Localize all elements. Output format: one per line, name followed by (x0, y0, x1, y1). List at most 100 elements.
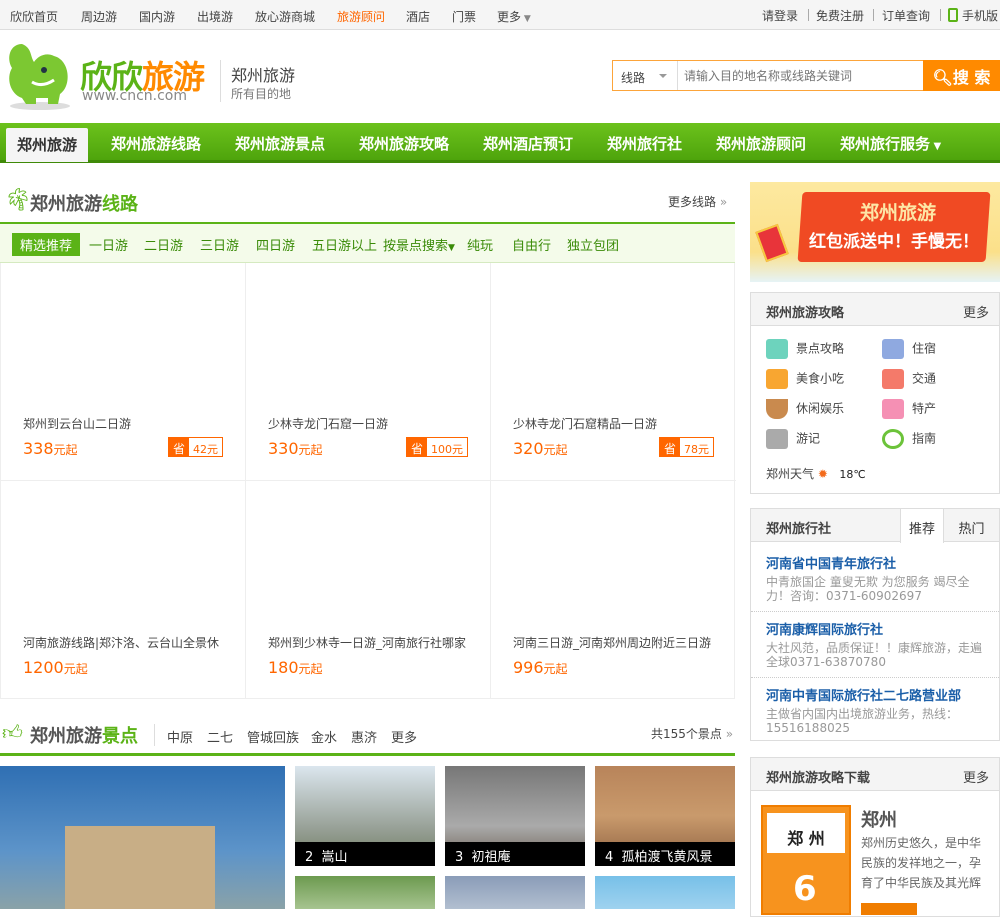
agency-name[interactable]: 河南中青国际旅行社二七路营业部 (766, 685, 986, 704)
agency-item[interactable]: 河南中青国际旅行社二七路营业部 主做省内国内出境旅游业务，热线：155161880… (766, 685, 986, 735)
banner-text: 红包派送中！手慢无！ (809, 232, 979, 252)
save-amount: 78元 (684, 443, 709, 456)
price-unit: 元起 (63, 662, 88, 676)
guide-book-cover[interactable]: 郑 州 6 (761, 805, 851, 915)
route-title[interactable]: 少林寺龙门石窟一日游 (268, 415, 388, 432)
guide-item-travelogue[interactable]: 游记 (766, 429, 820, 449)
tab-recommended[interactable]: 推荐 (900, 509, 944, 543)
agency-item[interactable]: 河南省中国青年旅行社 中青旅国企 童叟无欺 为您服务 竭尽全力！咨询：0371-6… (766, 553, 986, 603)
route-card[interactable]: 河南三日游_河南郑州周边附近三日游 996元起 (491, 481, 736, 699)
route-price: 330元起 (268, 439, 323, 458)
guide-item-spots[interactable]: 景点攻略 (766, 339, 844, 359)
spot-card[interactable] (595, 876, 735, 909)
tab-one-day[interactable]: 一日游 (89, 235, 128, 254)
guide-item-food[interactable]: 美食小吃 (766, 369, 844, 389)
nav-hotels[interactable]: 郑州酒店预订 (483, 133, 573, 154)
search-input[interactable] (679, 61, 924, 90)
all-spots-link[interactable]: 共155个景点 » (651, 725, 733, 742)
spot-card[interactable]: 4 孤柏渡飞黄风景区 (595, 766, 735, 866)
spot-district-jinshui[interactable]: 金水 (311, 727, 337, 746)
route-title[interactable]: 河南旅游线路|郑汴洛、云台山全景休 (23, 634, 219, 651)
more-routes-link[interactable]: 更多线路 » (668, 193, 727, 210)
top-link-home[interactable]: 欣欣首页 (10, 8, 58, 25)
top-link-tickets[interactable]: 门票 (452, 8, 476, 25)
tab-self-guided[interactable]: 自由行 (512, 235, 551, 254)
top-link-advisor[interactable]: 旅游顾问 (337, 8, 385, 25)
tab-by-spot[interactable]: 按景点搜索▼ (383, 235, 455, 254)
nav-guides[interactable]: 郑州旅游攻略 (359, 133, 449, 154)
nav-advisors[interactable]: 郑州旅游顾问 (716, 133, 806, 154)
city-name: 郑州旅游 (231, 66, 296, 85)
route-card[interactable]: 少林寺龙门石窟一日游 330元起 省 100元 (246, 263, 491, 481)
search-type-select[interactable]: 线路 (613, 61, 678, 90)
spot-district-more[interactable]: 更多 (391, 727, 417, 746)
guide-item-leisure[interactable]: 休闲娱乐 (766, 399, 844, 419)
spot-district-guancheng[interactable]: 管城回族 (247, 727, 299, 746)
route-title[interactable]: 河南三日游_河南郑州周边附近三日游 (513, 634, 711, 651)
bed-icon (882, 339, 904, 359)
order-query-link[interactable]: 订单查询 (882, 7, 930, 24)
route-title[interactable]: 郑州到云台山二日游 (23, 415, 131, 432)
spot-rank: 2 (305, 850, 314, 865)
mobile-link[interactable]: 手机版 (962, 7, 998, 24)
city-switch-link[interactable]: 所有目的地 (231, 85, 291, 102)
download-more-link[interactable]: 更多 (963, 767, 989, 786)
palm-tree-icon: 🌴︎ (4, 188, 32, 213)
tab-five-plus-day[interactable]: 五日游以上 (312, 235, 377, 254)
route-title[interactable]: 郑州到少林寺一日游_河南旅行社哪家 (268, 634, 466, 651)
tab-four-day[interactable]: 四日游 (256, 235, 295, 254)
top-link-mall[interactable]: 放心游商城 (255, 8, 315, 25)
top-link-outbound[interactable]: 出境游 (197, 8, 233, 25)
spot-card[interactable] (295, 876, 435, 909)
agency-name[interactable]: 河南省中国青年旅行社 (766, 553, 986, 572)
guide-item-lodging[interactable]: 住宿 (882, 339, 936, 359)
tab-pure-play[interactable]: 纯玩 (467, 235, 493, 254)
top-link-hotel[interactable]: 酒店 (406, 8, 430, 25)
save-amount: 100元 (431, 443, 463, 456)
route-card[interactable]: 少林寺龙门石窟精品一日游 320元起 省 78元 (491, 263, 736, 481)
download-button[interactable] (861, 903, 917, 915)
login-link[interactable]: 请登录 (762, 7, 798, 24)
guide-more-link[interactable]: 更多 (963, 302, 989, 321)
guide-item-guide[interactable]: 指南 (882, 429, 936, 449)
nav-services[interactable]: 郑州旅行服务 ▼ (840, 133, 941, 154)
top-link-nearby[interactable]: 周边游 (81, 8, 117, 25)
route-card[interactable]: 郑州到少林寺一日游_河南旅行社哪家 180元起 (246, 481, 491, 699)
spot-district-erqi[interactable]: 二七 (207, 727, 233, 746)
guide-title: 郑州旅游攻略 (766, 306, 845, 321)
routes-tabs: 精选推荐 一日游 二日游 三日游 四日游 五日游以上 按景点搜索▼ 纯玩 自由行… (0, 222, 735, 263)
route-title[interactable]: 少林寺龙门石窟精品一日游 (513, 415, 657, 432)
guide-box-header: 郑州旅游攻略 更多 (751, 293, 999, 326)
spot-image-featured[interactable] (0, 766, 285, 909)
download-city-name: 郑州 (861, 810, 897, 831)
tab-featured[interactable]: 精选推荐 (12, 233, 81, 256)
nav-routes[interactable]: 郑州旅游线路 (111, 133, 201, 154)
top-link-domestic[interactable]: 国内游 (139, 8, 175, 25)
route-card[interactable]: 郑州到云台山二日游 338元起 省 42元 (1, 263, 246, 481)
route-price: 338元起 (23, 439, 78, 458)
spot-district-huiji[interactable]: 惠济 (351, 727, 377, 746)
red-packet-banner[interactable]: 郑州旅游 红包派送中！手慢无！ (750, 182, 1000, 282)
spot-card[interactable]: 3 初祖庵 (445, 766, 585, 866)
agency-item[interactable]: 河南康辉国际旅行社 大社风范，品质保证！！康辉旅游，走遍全球0371-638707… (766, 619, 986, 669)
tab-popular[interactable]: 热门 (944, 509, 999, 542)
tab-three-day[interactable]: 三日游 (200, 235, 239, 254)
route-card[interactable]: 河南旅游线路|郑汴洛、云台山全景休 1200元起 (1, 481, 246, 699)
tab-private-group[interactable]: 独立包团 (567, 235, 619, 254)
top-link-more[interactable]: 更多 ▼ (497, 8, 531, 25)
tab-two-day[interactable]: 二日游 (144, 235, 183, 254)
spot-district-zhongyuan[interactable]: 中原 (167, 727, 193, 746)
nav-agencies[interactable]: 郑州旅行社 (607, 133, 682, 154)
divider (940, 9, 941, 21)
spot-card[interactable] (445, 876, 585, 909)
spot-card[interactable]: 2 嵩山 (295, 766, 435, 866)
register-link[interactable]: 免费注册 (816, 7, 864, 24)
nav-spots[interactable]: 郑州旅游景点 (235, 133, 325, 154)
spots-title-a: 郑州旅游 (30, 726, 102, 747)
spot-caption: 2 嵩山 (295, 842, 435, 866)
guide-item-specialty[interactable]: 特产 (882, 399, 936, 419)
guide-item-transport[interactable]: 交通 (882, 369, 936, 389)
nav-zhengzhou-travel[interactable]: 郑州旅游 (6, 128, 88, 162)
search-button[interactable]: 🔍︎搜 索 (923, 60, 1000, 91)
agency-name[interactable]: 河南康辉国际旅行社 (766, 619, 986, 638)
